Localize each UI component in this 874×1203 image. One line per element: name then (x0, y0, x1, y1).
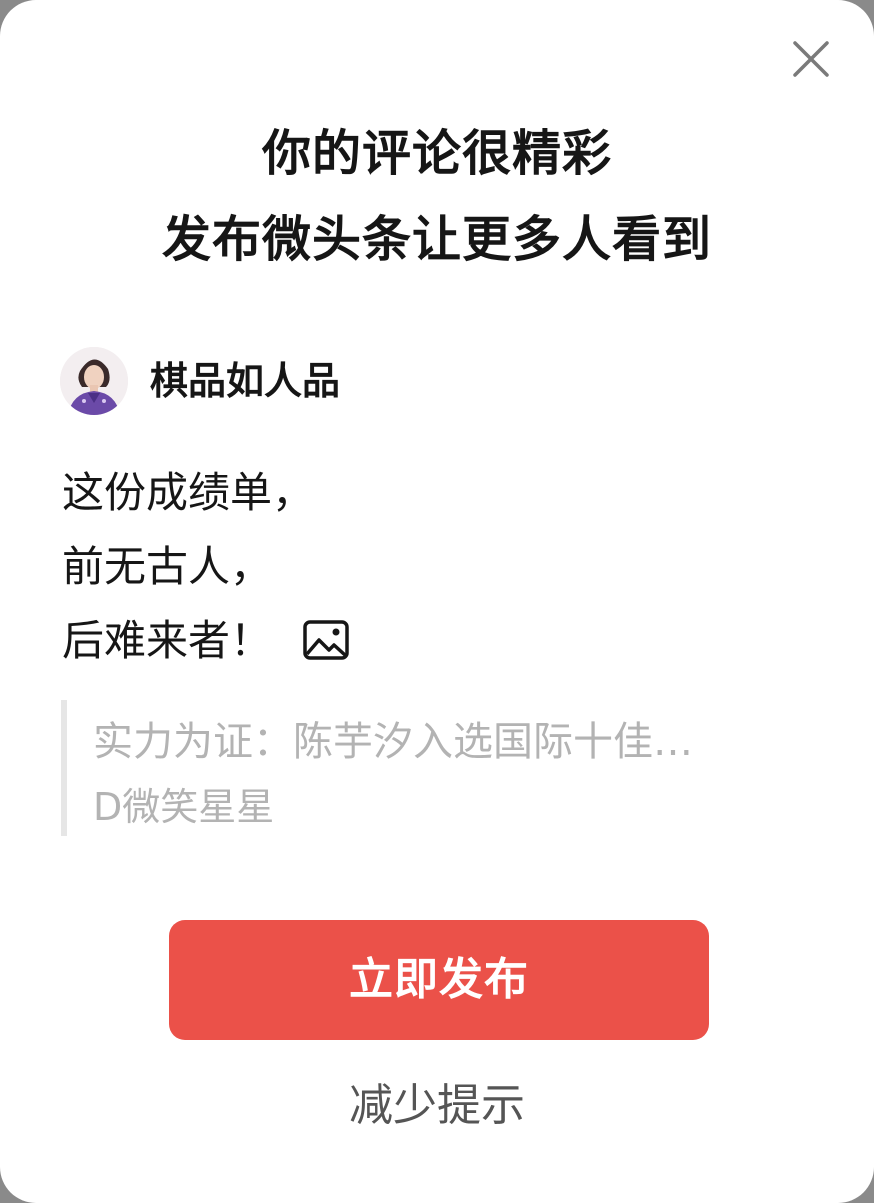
quoted-article-author: D微笑星星 (93, 785, 275, 829)
publish-button[interactable]: 立即发布 (169, 920, 709, 1040)
reduce-prompts-link[interactable]: 减少提示 (0, 1076, 874, 1136)
quoted-article-title: 实力为证：陈芋汐入选国际十佳… (93, 719, 693, 765)
comment-line: 这份成绩单， (62, 468, 315, 517)
comment-line-last: 后难来者！ (62, 604, 822, 678)
dialog-subtitle: 发布微头条让更多人看到 (161, 211, 712, 268)
comment-text: 这份成绩单， 前无古人， 后难来者！ (62, 456, 822, 678)
author-row: 棋品如人品 (60, 346, 340, 416)
close-icon (793, 41, 829, 77)
close-button[interactable] (786, 34, 836, 84)
publish-dialog: 你的评论很精彩 发布微头条让更多人看到 棋品如人品 这份成绩单， 前无古人， 后… (0, 0, 874, 1203)
image-icon[interactable] (302, 619, 350, 661)
comment-line-text: 后难来者！ (62, 616, 273, 665)
dialog-title: 你的评论很精彩 (261, 125, 612, 182)
avatar (60, 347, 128, 415)
comment-line: 前无古人， (62, 542, 273, 591)
quoted-article[interactable]: 实力为证：陈芋汐入选国际十佳… D微笑星星 (61, 700, 821, 836)
author-name: 棋品如人品 (150, 359, 341, 403)
